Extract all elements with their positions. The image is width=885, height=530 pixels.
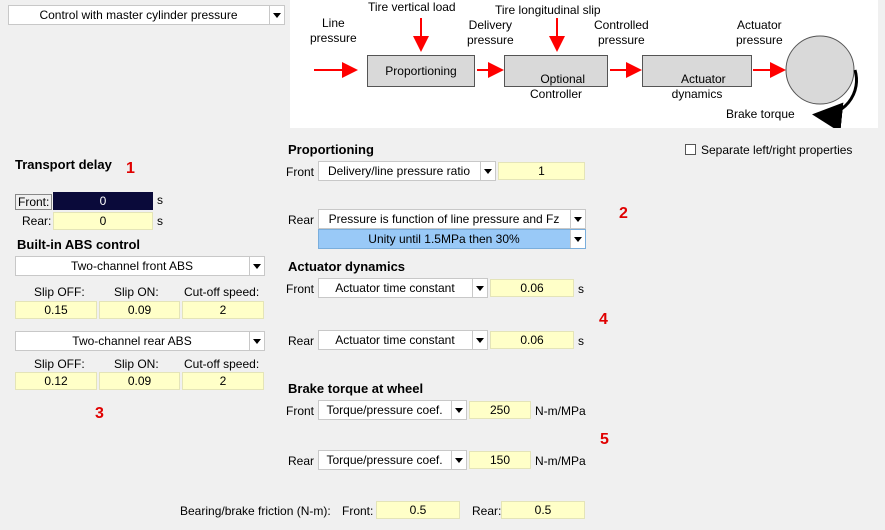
actuator-front-select[interactable]: Actuator time constant — [318, 278, 488, 298]
brake-rear-unit: N-m/MPa — [535, 454, 586, 468]
chevron-down-icon[interactable] — [570, 210, 585, 228]
proportioning-rear-select-value: Pressure is function of line pressure an… — [328, 212, 560, 226]
actuator-front-select-value: Actuator time constant — [335, 281, 455, 295]
actuator-rear-field[interactable]: 0.06 — [490, 331, 574, 349]
diagram-delivery-pressure: Delivery pressure — [467, 18, 514, 47]
abs-rear-slip-on-label: Slip ON: — [114, 357, 159, 371]
mode-select[interactable]: Control with master cylinder pressure — [8, 5, 285, 25]
abs-title: Built-in ABS control — [17, 237, 141, 252]
block-proportioning-label: Proportioning — [385, 64, 457, 78]
bearing-rear-label: Rear: — [472, 504, 502, 518]
marker-4: 4 — [599, 311, 608, 328]
abs-rear-slip-off-label: Slip OFF: — [34, 357, 85, 371]
abs-rear-slip-on-field[interactable]: 0.09 — [99, 372, 180, 390]
diagram-brake-torque: Brake torque — [726, 107, 795, 121]
transport-front-unit: s — [157, 193, 163, 207]
transport-front-label: Front: — [15, 194, 53, 210]
proportioning-rear-select[interactable]: Pressure is function of line pressure an… — [318, 209, 586, 229]
actuator-front-unit: s — [578, 282, 584, 296]
proportioning-front-select[interactable]: Delivery/line pressure ratio — [318, 161, 496, 181]
diagram-controlled-pressure: Controlled pressure — [594, 18, 649, 47]
transport-delay-title: Transport delay — [15, 157, 112, 172]
chevron-down-icon[interactable] — [269, 6, 284, 24]
proportioning-rear-sub-select-value: Unity until 1.5MPa then 30% — [368, 232, 520, 246]
brake-front-label: Front — [286, 404, 315, 418]
abs-rear-cutoff-field[interactable]: 2 — [182, 372, 264, 390]
proportioning-front-label: Front — [286, 165, 315, 179]
chevron-down-icon[interactable] — [249, 332, 264, 350]
actuator-rear-unit: s — [578, 334, 584, 348]
brake-rear-field[interactable]: 150 — [469, 451, 531, 469]
checkbox-icon[interactable] — [685, 144, 696, 155]
actuator-front-label: Front — [286, 282, 315, 296]
proportioning-front-select-value: Delivery/line pressure ratio — [327, 164, 471, 178]
marker-2: 2 — [619, 205, 628, 222]
marker-5: 5 — [600, 431, 609, 448]
separate-lr-label: Separate left/right properties — [701, 143, 853, 157]
separate-lr-checkbox[interactable]: Separate left/right properties — [685, 143, 852, 157]
diagram-block-controller: Optional Controller — [504, 55, 608, 101]
proportioning-rear-sub-select[interactable]: Unity until 1.5MPa then 30% — [318, 229, 586, 249]
chevron-down-icon[interactable] — [570, 230, 585, 248]
marker-3: 3 — [95, 405, 104, 422]
abs-rear-cutoff-label: Cut-off speed: — [184, 357, 260, 371]
transport-front-value: 0 — [99, 194, 107, 208]
chevron-down-icon[interactable] — [451, 401, 466, 419]
chevron-down-icon[interactable] — [480, 162, 495, 180]
bearing-rear-field[interactable]: 0.5 — [501, 501, 585, 519]
marker-1: 1 — [126, 160, 135, 177]
actuator-front-field[interactable]: 0.06 — [490, 279, 574, 297]
abs-front-cutoff-field[interactable]: 2 — [182, 301, 264, 319]
brake-front-unit: N-m/MPa — [535, 404, 586, 418]
brake-rear-label: Rear — [288, 454, 315, 468]
transport-rear-unit: s — [157, 214, 163, 228]
diagram-line-pressure: Line pressure — [310, 16, 357, 45]
chevron-down-icon[interactable] — [451, 451, 466, 469]
brake-rear-select[interactable]: Torque/pressure coef. — [318, 450, 467, 470]
chevron-down-icon[interactable] — [249, 257, 264, 275]
abs-rear-select-value: Two-channel rear ABS — [72, 334, 192, 348]
brake-front-field[interactable]: 250 — [469, 401, 531, 419]
block-controller-label: Optional Controller — [529, 72, 586, 101]
brake-torque-title: Brake torque at wheel — [288, 381, 424, 396]
transport-rear-field[interactable]: 0 — [53, 212, 153, 230]
diagram-block-actuator: Actuator dynamics — [642, 55, 752, 101]
abs-front-slip-on-field[interactable]: 0.09 — [99, 301, 180, 319]
bearing-label: Bearing/brake friction (N-m): — [180, 504, 331, 518]
chevron-down-icon[interactable] — [472, 279, 487, 297]
abs-front-slip-off-label: Slip OFF: — [34, 285, 85, 299]
abs-front-select[interactable]: Two-channel front ABS — [15, 256, 265, 276]
actuator-rear-select-value: Actuator time constant — [335, 333, 455, 347]
proportioning-front-field[interactable]: 1 — [498, 162, 585, 180]
chevron-down-icon[interactable] — [472, 331, 487, 349]
proportioning-rear-label: Rear — [288, 213, 315, 227]
actuator-rear-label: Rear — [288, 334, 315, 348]
mode-select-value: Control with master cylinder pressure — [39, 8, 238, 22]
abs-front-cutoff-label: Cut-off speed: — [184, 285, 260, 299]
block-diagram: Line pressure Tire vertical load Deliver… — [290, 0, 878, 128]
diagram-actuator-pressure: Actuator pressure — [736, 18, 783, 47]
diagram-tire-vertical-load: Tire vertical load — [368, 0, 456, 14]
bearing-front-label: Front: — [342, 504, 374, 518]
brake-front-select[interactable]: Torque/pressure coef. — [318, 400, 467, 420]
abs-rear-select[interactable]: Two-channel rear ABS — [15, 331, 265, 351]
actuator-title: Actuator dynamics — [288, 259, 406, 274]
block-actuator-label: Actuator dynamics — [671, 72, 726, 101]
transport-front-field[interactable]: 0 — [53, 192, 153, 210]
actuator-rear-select[interactable]: Actuator time constant — [318, 330, 488, 350]
transport-rear-label: Rear: — [22, 214, 52, 228]
brake-rear-select-value: Torque/pressure coef. — [326, 453, 443, 467]
bearing-front-field[interactable]: 0.5 — [376, 501, 460, 519]
abs-front-select-value: Two-channel front ABS — [70, 259, 194, 273]
diagram-block-proportioning: Proportioning — [367, 55, 475, 87]
diagram-tire-longitudinal-slip: Tire longitudinal slip — [495, 3, 601, 17]
brake-front-select-value: Torque/pressure coef. — [326, 403, 443, 417]
abs-rear-slip-off-field[interactable]: 0.12 — [15, 372, 97, 390]
abs-front-slip-off-field[interactable]: 0.15 — [15, 301, 97, 319]
abs-front-slip-on-label: Slip ON: — [114, 285, 159, 299]
proportioning-title: Proportioning — [288, 142, 374, 157]
